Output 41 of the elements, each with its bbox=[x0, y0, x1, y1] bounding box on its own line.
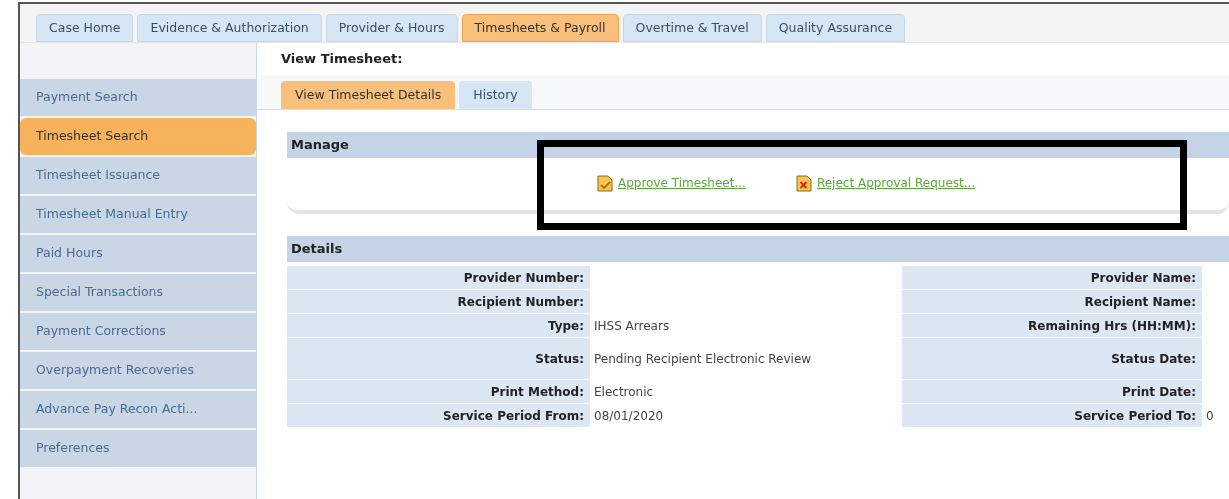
sidebar-item[interactable]: Advance Pay Recon Acti... bbox=[20, 391, 256, 428]
document-x-icon bbox=[795, 174, 812, 192]
nav-tab[interactable]: Evidence & Authorization bbox=[137, 14, 322, 42]
field-value: 0 bbox=[1205, 408, 1215, 425]
sub-tab[interactable]: History bbox=[459, 81, 532, 109]
sidebar-item[interactable]: Payment Corrections bbox=[20, 313, 256, 350]
sidebar-item[interactable]: Payment Search bbox=[20, 79, 256, 116]
action-link[interactable]: Approve Timesheet... bbox=[618, 174, 746, 192]
sidebar-item[interactable]: Timesheet Search bbox=[20, 118, 256, 155]
field-value: 08/01/2020 bbox=[593, 407, 665, 425]
nav-tab[interactable]: Case Home bbox=[36, 14, 134, 42]
field-label: Type: bbox=[287, 314, 590, 338]
document-check-icon bbox=[597, 174, 613, 192]
sidebar-item[interactable]: Overpayment Recoveries bbox=[20, 352, 256, 389]
section-header: Details bbox=[287, 236, 1229, 262]
page-title: View Timesheet: bbox=[280, 50, 404, 69]
field-label: Recipient Number: bbox=[287, 290, 590, 314]
sub-tab[interactable]: View Timesheet Details bbox=[281, 81, 456, 109]
sidebar-item[interactable]: Paid Hours bbox=[20, 235, 256, 272]
sidebar-item[interactable]: Preferences bbox=[20, 430, 256, 467]
nav-tab[interactable]: Provider & Hours bbox=[325, 14, 458, 42]
field-value: IHSS Arrears bbox=[593, 317, 671, 335]
field-label: Service Period From: bbox=[287, 404, 590, 428]
action-link[interactable]: Reject Approval Request... bbox=[816, 174, 976, 192]
nav-tab[interactable]: Overtime & Travel bbox=[622, 14, 762, 42]
field-label: Service Period To: bbox=[902, 404, 1202, 428]
field-label: Status Date: bbox=[902, 338, 1202, 380]
field-label: Recipient Name: bbox=[902, 290, 1202, 314]
field-label: Print Date: bbox=[902, 380, 1202, 404]
nav-tab[interactable]: Quality Assurance bbox=[765, 14, 906, 42]
field-label: Print Method: bbox=[287, 380, 590, 404]
field-label: Provider Name: bbox=[902, 266, 1202, 290]
field-label: Status: bbox=[287, 338, 590, 380]
field-label: Provider Number: bbox=[287, 266, 590, 290]
field-value: Pending Recipient Electronic Review bbox=[593, 350, 813, 368]
field-label: Remaining Hrs (HH:MM): bbox=[902, 314, 1202, 338]
field-value: Electronic bbox=[593, 383, 655, 401]
sidebar-item[interactable]: Timesheet Issuance bbox=[20, 157, 256, 194]
sidebar-item[interactable]: Timesheet Manual Entry bbox=[20, 196, 256, 233]
nav-tab[interactable]: Timesheets & Payroll bbox=[461, 14, 619, 42]
sidebar-item[interactable]: Special Transactions bbox=[20, 274, 256, 311]
